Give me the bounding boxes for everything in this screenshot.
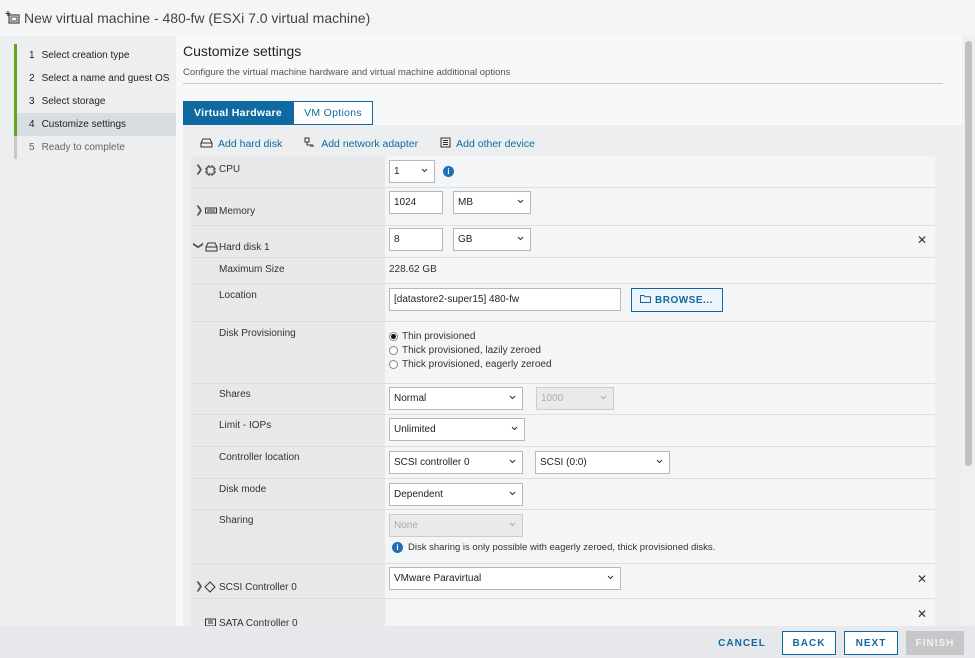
step-select-creation-type[interactable]: 1 Select creation type: [14, 44, 176, 67]
cpu-icon: [205, 165, 216, 176]
disk-mode-select[interactable]: Dependent: [389, 483, 523, 506]
limit-iops-select[interactable]: Unlimited: [389, 418, 525, 441]
controller-location-row: Controller location SCSI controller 0 SC…: [191, 447, 935, 479]
main-content: Customize settings Configure the virtual…: [176, 36, 971, 626]
max-size-value: 228.62 GB: [389, 264, 437, 275]
hardware-grid: ❯ CPU 1 i ❯ Memory 1024 MB ❯ Hard disk 1…: [191, 156, 935, 626]
remove-scsi-controller-close-icon[interactable]: ✕: [917, 572, 927, 586]
location-row: Location [datastore2-super15] 480-fw BRO…: [191, 284, 935, 322]
add-network-adapter-button[interactable]: Add network adapter: [304, 137, 418, 151]
hard-disk-icon: [200, 138, 213, 151]
chevron-down-icon: [517, 199, 524, 204]
chevron-down-icon: [517, 236, 524, 241]
sata-controller-row: SATA Controller 0 ✕: [191, 599, 935, 626]
virtual-hardware-panel: Add hard disk Add network adapter Add ot…: [183, 125, 971, 626]
max-size-row: Maximum Size 228.62 GB: [191, 258, 935, 284]
chevron-right-icon[interactable]: ❯: [195, 581, 203, 592]
add-other-device-button[interactable]: Add other device: [440, 137, 535, 151]
scsi-type-select[interactable]: VMware Paravirtual: [389, 567, 621, 590]
chevron-right-icon[interactable]: ❯: [195, 205, 203, 216]
chevron-down-icon: [607, 575, 614, 580]
tab-vm-options[interactable]: VM Options: [293, 101, 373, 125]
step-ready-to-complete: 5 Ready to complete: [14, 136, 176, 159]
finish-button: FINISH: [906, 631, 964, 655]
back-button[interactable]: BACK: [782, 631, 836, 655]
disk-unit-select[interactable]: GB: [453, 228, 531, 251]
scrollbar[interactable]: [962, 36, 975, 626]
remove-sata-controller-close-icon[interactable]: ✕: [917, 607, 927, 621]
hard-disk-icon: [205, 242, 218, 252]
chevron-down-icon: [421, 168, 428, 173]
chevron-down-icon: [509, 395, 516, 400]
folder-icon: [640, 294, 651, 306]
radio-thick-lazy[interactable]: Thick provisioned, lazily zeroed: [389, 345, 541, 356]
chevron-down-icon[interactable]: ❯: [193, 241, 204, 249]
chevron-down-icon: [511, 426, 518, 431]
memory-row: ❯ Memory 1024 MB: [191, 188, 935, 226]
limit-iops-row: Limit - IOPs Unlimited: [191, 415, 935, 447]
add-hard-disk-button[interactable]: Add hard disk: [200, 137, 282, 151]
wizard-footer: CANCEL BACK NEXT FINISH: [0, 626, 975, 658]
scsi-controller-row: ❯ SCSI Controller 0 VMware Paravirtual ✕: [191, 564, 935, 599]
divider: [183, 83, 943, 84]
sharing-select: None: [389, 514, 523, 537]
step-select-storage[interactable]: 3 Select storage: [14, 90, 176, 113]
sharing-row: Sharing None i Disk sharing is only poss…: [191, 510, 935, 564]
shares-select[interactable]: Normal: [389, 387, 523, 410]
controller-slot-select[interactable]: SCSI (0:0): [535, 451, 670, 474]
chevron-down-icon: [600, 395, 607, 400]
radio-thick-eager[interactable]: Thick provisioned, eagerly zeroed: [389, 359, 552, 370]
hard-disk-row: ❯ Hard disk 1 8 GB ✕: [191, 226, 935, 258]
chevron-down-icon: [509, 459, 516, 464]
hardware-toolbar: Add hard disk Add network adapter Add ot…: [200, 137, 535, 151]
browse-button[interactable]: BROWSE...: [631, 288, 723, 312]
memory-size-input[interactable]: 1024: [389, 191, 443, 214]
window-title: New virtual machine - 480-fw (ESXi 7.0 v…: [24, 10, 371, 26]
disk-mode-row: Disk mode Dependent: [191, 479, 935, 510]
memory-unit-select[interactable]: MB: [453, 191, 531, 214]
other-device-icon: [440, 137, 451, 151]
disk-provisioning-row: Disk Provisioning Thin provisioned Thick…: [191, 322, 935, 384]
title-bar: New virtual machine - 480-fw (ESXi 7.0 v…: [0, 0, 975, 36]
cancel-button[interactable]: CANCEL: [711, 631, 773, 655]
info-icon: i: [392, 542, 403, 553]
cpu-row: ❯ CPU 1 i: [191, 156, 935, 188]
scrollbar-thumb[interactable]: [965, 41, 972, 466]
chevron-down-icon: [509, 522, 516, 527]
cpu-count-select[interactable]: 1: [389, 160, 435, 183]
network-adapter-icon: [304, 137, 316, 151]
new-vm-icon: [4, 9, 22, 27]
chevron-down-icon: [509, 491, 516, 496]
tab-virtual-hardware[interactable]: Virtual Hardware: [183, 101, 294, 125]
disk-size-input[interactable]: 8: [389, 228, 443, 251]
chevron-down-icon: [656, 459, 663, 464]
sharing-note: i Disk sharing is only possible with eag…: [392, 542, 715, 553]
location-input[interactable]: [datastore2-super15] 480-fw: [389, 288, 621, 311]
chevron-right-icon[interactable]: ❯: [195, 164, 203, 175]
info-icon[interactable]: i: [443, 166, 454, 177]
step-select-name-guest-os[interactable]: 2 Select a name and guest OS: [14, 67, 176, 90]
controller-select[interactable]: SCSI controller 0: [389, 451, 523, 474]
radio-thin-provisioned[interactable]: Thin provisioned: [389, 331, 475, 342]
shares-number-select: 1000: [536, 387, 614, 410]
settings-tabs: Virtual Hardware VM Options: [183, 101, 373, 125]
shares-row: Shares Normal 1000: [191, 384, 935, 415]
remove-hard-disk-close-icon[interactable]: ✕: [917, 233, 927, 247]
next-button[interactable]: NEXT: [844, 631, 898, 655]
scsi-controller-icon: [204, 581, 216, 593]
page-subtitle: Configure the virtual machine hardware a…: [183, 67, 511, 78]
sata-controller-icon: [205, 618, 216, 626]
page-title: Customize settings: [183, 43, 302, 59]
wizard-steps: 1 Select creation type 2 Select a name and…: [0, 36, 176, 626]
step-customize-settings[interactable]: 4 Customize settings: [14, 113, 176, 136]
memory-icon: [205, 207, 217, 215]
